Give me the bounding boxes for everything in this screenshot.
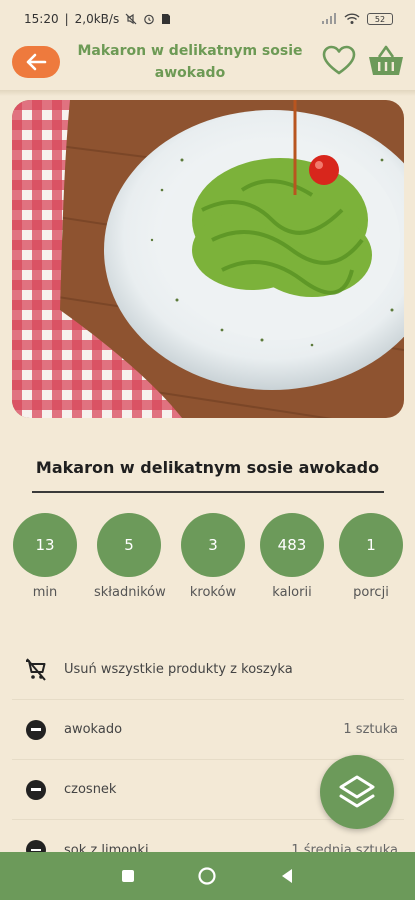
stat-ingredients-value: 5 (97, 513, 161, 577)
sim-icon (162, 14, 171, 24)
mute-icon (125, 13, 137, 25)
dish-photo (12, 100, 404, 418)
page-title: Makaron w delikatnym sosie awokado (77, 43, 303, 81)
layers-fab-button[interactable] (320, 755, 394, 829)
favorite-button[interactable] (322, 45, 356, 77)
minus-circle-icon[interactable] (26, 779, 46, 800)
stat-ingredients: 5 składników (94, 513, 166, 600)
status-bar: 15:20 | 2,0kB/s 52 (0, 0, 415, 38)
stat-portions-label: porcji (353, 585, 389, 600)
stat-steps: 3 kroków (178, 513, 248, 600)
stat-calories-label: kalorii (272, 585, 312, 600)
cart-remove-icon (26, 657, 46, 681)
recipe-title: Makaron w delikatnym sosie awokado (35, 458, 380, 477)
stat-steps-value: 3 (181, 513, 245, 577)
stat-portions: 1 porcji (336, 513, 406, 600)
title-divider (32, 491, 384, 493)
back-nav-icon[interactable] (280, 868, 294, 884)
stat-time-label: min (32, 585, 58, 600)
app-bar: Makaron w delikatnym sosie awokado (0, 38, 415, 90)
remove-all-from-cart-row[interactable]: Usuń wszystkie produkty z koszyka (12, 640, 404, 700)
ingredient-name: awokado (64, 722, 123, 737)
alarm-icon (144, 14, 155, 25)
remove-all-label: Usuń wszystkie produkty z koszyka (64, 662, 293, 677)
system-nav-bar (0, 852, 415, 900)
stat-portions-value: 1 (339, 513, 403, 577)
status-time: 15:20 (24, 12, 59, 26)
home-icon[interactable] (197, 866, 217, 886)
stat-steps-label: kroków (189, 585, 237, 600)
basket-button[interactable] (367, 44, 405, 78)
stat-ingredients-label: składników (94, 585, 166, 600)
stat-time: 13 min (10, 513, 80, 600)
wifi-icon (344, 13, 360, 24)
stat-calories-value: 483 (260, 513, 324, 577)
stat-calories: 483 kalorii (257, 513, 327, 600)
status-network-speed: 2,0kB/s (74, 12, 120, 26)
back-button[interactable] (12, 46, 60, 78)
signal-icon (322, 13, 336, 24)
layers-icon (339, 775, 375, 808)
recents-icon[interactable] (121, 869, 135, 883)
minus-circle-icon[interactable] (26, 719, 46, 740)
stat-time-value: 13 (13, 513, 77, 577)
arrow-left-icon (26, 53, 47, 71)
heart-icon (322, 45, 356, 75)
ingredient-row: awokado 1 sztuka (12, 700, 404, 760)
basket-icon (369, 45, 403, 75)
ingredient-qty: 1 sztuka (343, 722, 398, 737)
battery-icon: 52 (367, 13, 393, 25)
